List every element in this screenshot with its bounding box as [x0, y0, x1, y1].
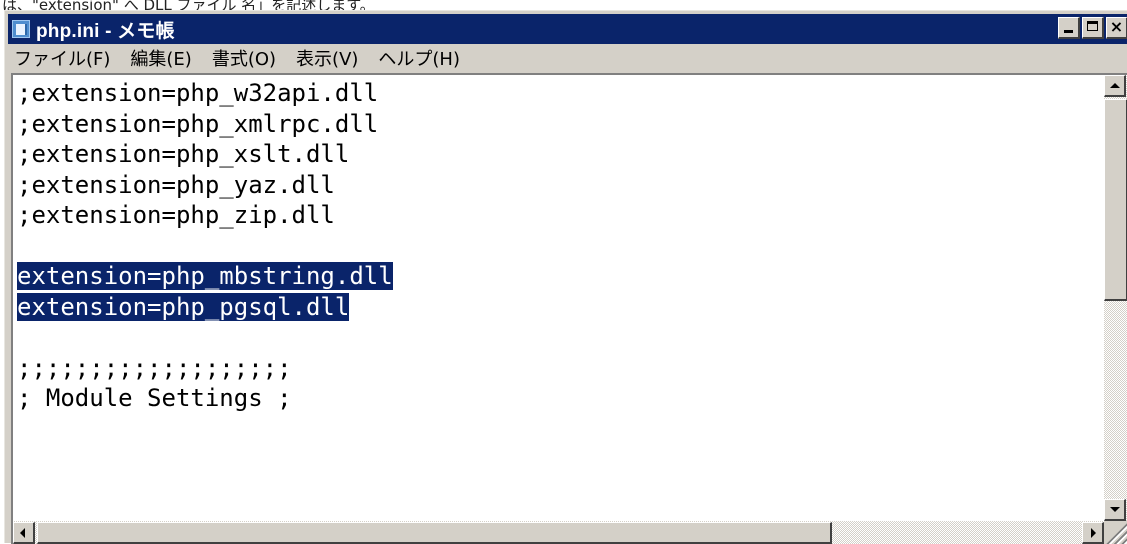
arrow-down-icon [1110, 507, 1120, 512]
horizontal-scrollbar[interactable] [13, 521, 1104, 544]
menu-view[interactable]: 表示(V) [286, 45, 368, 71]
text-area[interactable]: ;extension=php_w32api.dll ;extension=php_… [13, 75, 1104, 521]
line-text: ; Module Settings ; [17, 384, 292, 412]
selected-text-line[interactable]: extension=php_pgsql.dll [17, 292, 1104, 323]
scroll-down-button[interactable] [1104, 499, 1126, 521]
maximize-button[interactable] [1082, 17, 1104, 39]
minimize-button[interactable] [1058, 17, 1080, 39]
text-line[interactable]: ; Module Settings ; [17, 383, 1104, 414]
vertical-scrollbar[interactable] [1104, 75, 1127, 521]
text-lines: ;extension=php_w32api.dll ;extension=php_… [13, 75, 1104, 414]
title-bar[interactable]: php.ini - メモ帳 × [8, 14, 1127, 44]
arrow-left-icon [20, 528, 25, 538]
window-title: php.ini - メモ帳 [36, 20, 175, 42]
resize-grip-icon[interactable] [1104, 521, 1127, 544]
line-text: extension=php_pgsql.dll [17, 292, 350, 321]
line-text: ;extension=php_zip.dll [17, 201, 335, 229]
line-text: extension=php_mbstring.dll [17, 262, 393, 290]
text-line[interactable]: ;;;;;;;;;;;;;;;;;;; [17, 353, 1104, 384]
line-text: ;extension=php_yaz.dll [17, 170, 335, 199]
vertical-scroll-thumb[interactable] [1104, 99, 1127, 301]
caption-buttons: × [1058, 17, 1127, 39]
arrow-right-icon [1091, 528, 1096, 538]
scroll-right-button[interactable] [1082, 522, 1104, 544]
text-line[interactable]: ;extension=php_yaz.dll [17, 170, 1104, 201]
editor-area[interactable]: ;extension=php_w32api.dll ;extension=php_… [11, 73, 1127, 544]
notepad-icon[interactable] [12, 20, 30, 38]
notepad-window: php.ini - メモ帳 × ファイル(F) 編集(E) 書式(O) 表示(V… [4, 10, 1127, 544]
horizontal-scroll-thumb[interactable] [37, 522, 832, 544]
text-line[interactable]: ;extension=php_xmlrpc.dll [17, 109, 1104, 140]
text-line[interactable]: ;extension=php_zip.dll [17, 200, 1104, 231]
line-text: ;;;;;;;;;;;;;;;;;;; [17, 353, 292, 382]
selected-text-line[interactable]: extension=php_mbstring.dll [17, 261, 1104, 292]
scroll-up-button[interactable] [1104, 75, 1126, 97]
text-line[interactable]: ;extension=php_xslt.dll [17, 139, 1104, 170]
text-line[interactable]: ;extension=php_w32api.dll [17, 78, 1104, 109]
menu-edit[interactable]: 編集(E) [120, 45, 201, 71]
line-text: ;extension=php_w32api.dll [17, 79, 379, 107]
arrow-up-icon [1110, 83, 1120, 88]
line-text: ;extension=php_xslt.dll [17, 140, 350, 168]
text-line[interactable] [17, 322, 1104, 353]
menu-format[interactable]: 書式(O) [202, 45, 286, 71]
line-text: ;extension=php_xmlrpc.dll [17, 109, 379, 138]
menu-bar: ファイル(F) 編集(E) 書式(O) 表示(V) ヘルプ(H) [8, 44, 1127, 72]
scroll-left-button[interactable] [13, 522, 35, 544]
menu-help[interactable]: ヘルプ(H) [368, 45, 470, 71]
close-button[interactable]: × [1106, 17, 1127, 39]
menu-file[interactable]: ファイル(F) [8, 45, 120, 71]
text-line[interactable] [17, 231, 1104, 262]
